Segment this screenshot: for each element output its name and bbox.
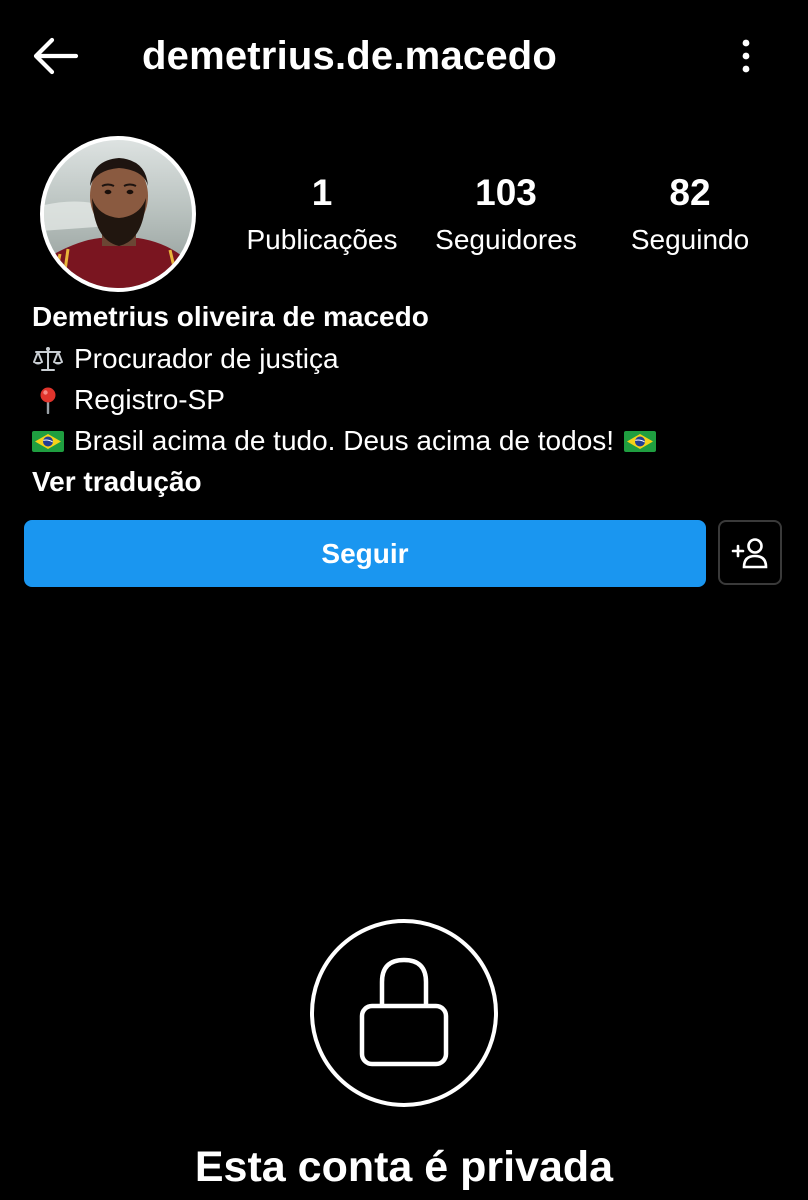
posts-label: Publicações bbox=[246, 224, 398, 255]
bio-line-location: Registro-SP bbox=[32, 379, 772, 420]
brazil-flag-emoji bbox=[32, 430, 64, 452]
add-person-icon bbox=[731, 537, 768, 568]
profile-photo bbox=[44, 140, 192, 288]
stat-posts[interactable]: 1 Publicações bbox=[236, 168, 408, 262]
arrow-left-icon bbox=[33, 37, 79, 75]
followers-count: 103 bbox=[475, 172, 537, 213]
following-count: 82 bbox=[669, 172, 711, 213]
following-label: Seguindo bbox=[630, 224, 750, 255]
followers-label: Seguidores bbox=[435, 224, 577, 255]
private-account-notice: Esta conta é privada bbox=[0, 918, 808, 1200]
posts-count: 1 bbox=[311, 172, 333, 213]
full-name: Demetrius oliveira de macedo bbox=[32, 301, 429, 332]
brazil-flag-emoji bbox=[624, 430, 657, 452]
back-button[interactable] bbox=[28, 34, 84, 78]
suggested-accounts-button[interactable] bbox=[718, 520, 782, 585]
stat-followers[interactable]: 103 Seguidores bbox=[424, 168, 588, 262]
avatar[interactable] bbox=[40, 136, 196, 292]
lock-icon bbox=[310, 919, 498, 1107]
private-account-title: Esta conta é privada bbox=[194, 1143, 614, 1191]
see-translation-link[interactable]: Ver tradução bbox=[32, 461, 772, 503]
bio-line-text: Registro-SP bbox=[74, 384, 225, 415]
profile-header: demetrius.de.macedo bbox=[0, 0, 808, 112]
profile-bio: Demetrius oliveira de macedo Procurador … bbox=[32, 296, 772, 503]
more-vertical-icon bbox=[742, 39, 750, 73]
scales-emoji bbox=[33, 346, 63, 371]
bio-line-occupation: Procurador de justiça bbox=[32, 338, 772, 379]
more-options-button[interactable] bbox=[726, 36, 766, 76]
profile-username: demetrius.de.macedo bbox=[142, 34, 558, 78]
bio-line-text: Procurador de justiça bbox=[74, 343, 339, 374]
bio-line-motto: Brasil acima de tudo. Deus acima de todo… bbox=[32, 420, 772, 461]
stat-following[interactable]: 82 Seguindo bbox=[616, 168, 764, 262]
bio-line-text: Brasil acima de tudo. Deus acima de todo… bbox=[74, 425, 615, 456]
pushpin-emoji bbox=[40, 387, 56, 414]
follow-button[interactable]: Seguir bbox=[24, 520, 706, 587]
